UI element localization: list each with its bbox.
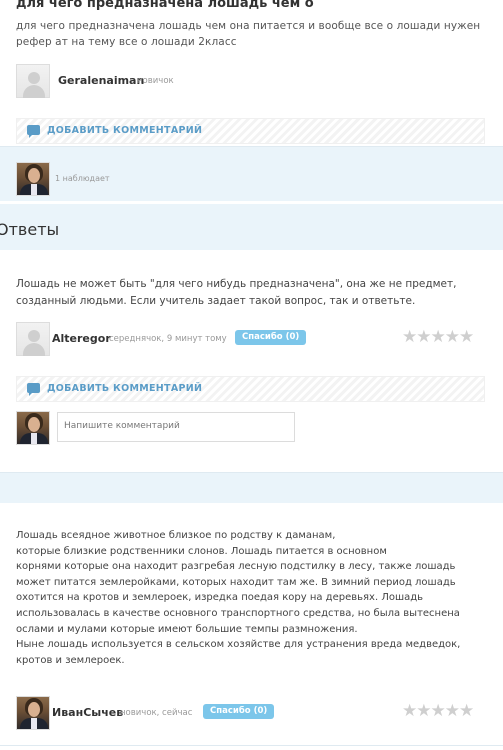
answer-text: Лошадь всеядное животное близкое по родс… xyxy=(16,528,486,668)
thanks-button[interactable]: Спасибо (0) xyxy=(203,704,275,719)
answer-author-name[interactable]: Alteregor xyxy=(52,332,111,345)
answer-line: охотится на кротов и землероек, изредка … xyxy=(16,592,424,604)
rating-stars[interactable]: ★★★★★ xyxy=(402,327,474,347)
current-user-avatar xyxy=(16,411,50,445)
answer-line: кротов и землероек. xyxy=(16,654,125,666)
answer-author-meta: новичок, сейчас xyxy=(120,708,193,718)
answer-author-name[interactable]: ИванСычев xyxy=(52,706,123,719)
watcher-avatar[interactable] xyxy=(16,162,50,196)
answer-line: ослами и мулами которые имеют большие те… xyxy=(16,623,358,635)
author-avatar[interactable] xyxy=(16,64,50,98)
answers-header-band xyxy=(0,204,503,250)
answer-author-avatar[interactable] xyxy=(16,322,50,356)
rating-stars[interactable]: ★★★★★ xyxy=(402,701,474,721)
watchers-count: 1 наблюдает xyxy=(55,174,110,183)
answers-heading: Ответы xyxy=(0,220,60,239)
answer-line: Ныне лошадь используется в сельском хозя… xyxy=(16,639,461,651)
answer-author-avatar[interactable] xyxy=(16,696,50,730)
comment-input[interactable]: Напишите комментарий xyxy=(57,412,295,442)
answer-line: которые близкие родственники слонов. Лош… xyxy=(16,545,387,557)
answer-line: Лошадь всеядное животное близкое по родс… xyxy=(16,530,336,541)
thanks-button[interactable]: Спасибо (0) xyxy=(235,330,307,345)
question-title: для чего предназначена лошадь чем о xyxy=(16,0,314,11)
question-author-rank: новичок xyxy=(137,76,174,86)
add-comment-button[interactable]: ДОБАВИТЬ КОММЕНТАРИЙ xyxy=(16,376,485,402)
answer-line: может питатся землеройками, которых нахо… xyxy=(16,576,456,588)
answer-line: корнями которые она находит разгребая ле… xyxy=(16,561,456,573)
add-comment-button[interactable]: ДОБАВИТЬ КОММЕНТАРИЙ xyxy=(16,118,485,144)
question-author-name[interactable]: Geralenaiman xyxy=(58,74,144,87)
comment-icon xyxy=(27,125,40,138)
answer-text: Лошадь не может быть "для чего нибудь пр… xyxy=(16,278,457,307)
answer-separator-band xyxy=(0,473,503,503)
comment-icon xyxy=(27,383,40,396)
divider xyxy=(0,745,503,746)
add-comment-label: ДОБАВИТЬ КОММЕНТАРИЙ xyxy=(47,383,203,394)
answer-author-meta: середнячок, 9 минут тому xyxy=(109,334,227,344)
add-comment-label: ДОБАВИТЬ КОММЕНТАРИЙ xyxy=(47,125,203,136)
question-text: для чего предназначена лошадь чем она пи… xyxy=(16,20,481,48)
answer-line: использовалась в качестве основного тран… xyxy=(16,607,460,619)
